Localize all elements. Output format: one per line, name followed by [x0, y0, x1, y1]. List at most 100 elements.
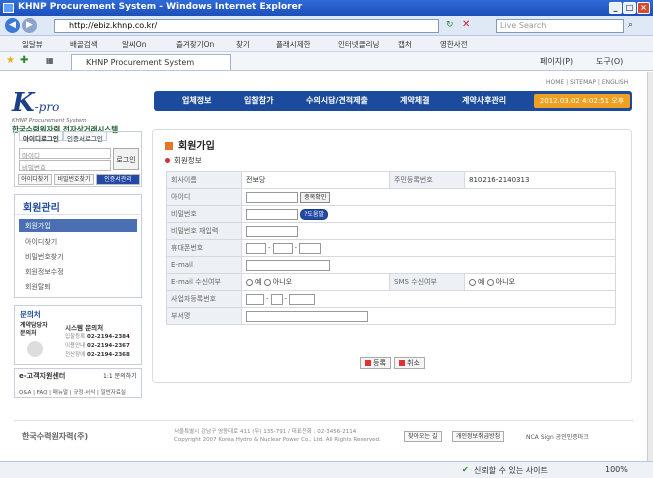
search-input[interactable]: Live Search	[496, 19, 624, 33]
member-form: 회사이름 전보당 주민등록번호 810216-2140313 아이디 중복확인 …	[166, 171, 616, 325]
zoom-level[interactable]: 100%	[605, 465, 628, 474]
email-input[interactable]	[246, 259, 330, 271]
cert-manage-button[interactable]: 인증서관리	[96, 174, 140, 185]
refresh-icon[interactable]: ↻	[446, 20, 454, 30]
login-id-field[interactable]: 아이디	[19, 148, 111, 160]
link-item[interactable]: 즐겨찾기On	[176, 39, 214, 50]
contract-contact[interactable]: 계약담당자 문의처	[20, 322, 54, 338]
e-center-box: e-고객지원센터 1:1 문의하기 Q&A | FAQ | 매뉴얼 | 규정·서…	[14, 368, 142, 398]
status-bar: ✔ 신뢰할 수 있는 사이트 100%	[0, 461, 653, 478]
scrollbar[interactable]	[647, 72, 653, 461]
ie-icon	[3, 3, 14, 13]
nav-contract[interactable]: 계약체결	[400, 95, 429, 106]
dup-check-button[interactable]: 중복확인	[300, 191, 331, 203]
find-pw-button[interactable]: 비밀번호찾기	[54, 174, 94, 185]
close-button[interactable]: ×	[637, 2, 650, 14]
qna-link[interactable]: Q&A	[19, 390, 31, 396]
login-button[interactable]: 로그인	[113, 148, 139, 170]
maximize-button[interactable]: □	[623, 2, 636, 14]
pw2-input[interactable]	[246, 225, 298, 237]
link-item[interactable]: 배골검색	[70, 39, 98, 50]
pw-label: 비밀번호	[166, 205, 242, 223]
sidebar-item-find-pw[interactable]: 비밀번호찾기	[19, 250, 137, 263]
pw-help-button[interactable]: ?도움말	[300, 208, 328, 220]
window-title: KHNP Procurement System - Windows Intern…	[18, 2, 303, 12]
manual-link[interactable]: 매뉴얼	[53, 390, 68, 396]
dept-input[interactable]	[246, 310, 368, 322]
site-logo[interactable]: K-pro KHNP Procurement System 한국수력원자력 전자…	[12, 88, 118, 135]
sms-recv-yes[interactable]	[469, 278, 476, 286]
bizno-input-2[interactable]	[270, 293, 283, 305]
directions-button[interactable]: 찾아오는 길	[404, 431, 442, 442]
email-recv-yes[interactable]	[246, 278, 253, 286]
tab-khnp[interactable]: KHNP Procurement System	[71, 54, 231, 70]
link-item[interactable]: 플래시제한	[276, 39, 311, 50]
footer-address: 서울특별시 강남구 영동대로 411 (우) 135-791 / 대표전화 : …	[174, 429, 381, 443]
bizno-label: 사업자등록번호	[166, 290, 242, 308]
nav-company-info[interactable]: 업체정보	[182, 95, 211, 106]
login-box: 아이디로그인 인증서로그인 아이디 비밀번호 로그인 아이디찾기 비밀번호찾기 …	[14, 131, 142, 187]
privacy-button[interactable]: 개인정보취급방침	[452, 431, 505, 442]
link-item[interactable]: 인터넷클리닝	[338, 39, 379, 50]
sitemap-link[interactable]: SITEMAP	[570, 79, 596, 86]
nav-quote[interactable]: 수의시담/견적제출	[306, 95, 368, 106]
check-icon: ✔	[462, 465, 469, 474]
id-label: 아이디	[166, 188, 242, 206]
link-item[interactable]: 영한사전	[440, 39, 468, 50]
global-nav: 업체정보 입찰참가 수의시담/견적제출 계약체결 계약사후관리 2012.03.…	[154, 91, 632, 111]
reg-value: 810216-2140313	[464, 171, 616, 189]
bizno-input-3[interactable]	[289, 293, 316, 305]
inquiry-title: 문의처	[20, 310, 41, 319]
clock-badge: 2012.03.02 4:02:51 오후	[534, 94, 630, 108]
register-button[interactable]: 등록	[360, 357, 391, 369]
one-to-one-link[interactable]: 1:1 문의하기	[103, 371, 137, 380]
page-title: 회원가입	[165, 137, 215, 152]
sms-recv-no[interactable]	[486, 278, 494, 286]
security-zone: 신뢰할 수 있는 사이트	[474, 466, 548, 475]
mobile-input-2[interactable]	[272, 242, 293, 254]
minimize-button[interactable]: _	[609, 2, 622, 14]
link-item[interactable]: 찾기	[236, 39, 250, 50]
forms-link[interactable]: 규정·서식	[73, 390, 95, 396]
sidebar-item-withdraw[interactable]: 회원탈퇴	[19, 280, 137, 293]
mobile-input-3[interactable]	[299, 242, 322, 254]
url-input[interactable]: http://ebiz.khnp.co.kr/	[54, 19, 439, 33]
search-icon[interactable]: ⌕	[628, 20, 633, 30]
link-item[interactable]: 알씨On	[122, 39, 146, 50]
page-menu[interactable]: 페이지(P)	[540, 56, 573, 67]
link-item[interactable]: 캡처	[398, 39, 412, 50]
id-input[interactable]	[246, 191, 298, 203]
add-favorites-icon[interactable]: ✚	[20, 55, 28, 66]
bizno-input-1[interactable]	[246, 293, 264, 305]
nav-after-contract[interactable]: 계약사후관리	[462, 95, 506, 106]
contact-rows: 입찰등록 02-2194-2384 이용안내 02-2194-2367 전산장애…	[65, 334, 130, 358]
login-pw-field[interactable]: 비밀번호	[19, 160, 111, 172]
favorites-star-icon[interactable]: ★	[6, 55, 15, 66]
sidebar-item-join[interactable]: 회원가입	[19, 219, 137, 232]
stop-icon[interactable]: ✕	[462, 19, 470, 30]
home-link[interactable]: HOME	[546, 79, 564, 86]
tab-cert-login[interactable]: 인증서로그인	[63, 131, 107, 143]
sms-recv-options: 예 아니오	[464, 273, 616, 291]
back-button[interactable]: ◀	[5, 18, 20, 33]
pw-input[interactable]	[246, 208, 298, 220]
email-recv-no[interactable]	[263, 278, 271, 286]
nca-mark: NCA Sign 공인인증마크	[526, 434, 589, 441]
quick-tabs-icon[interactable]: ▦	[46, 56, 54, 65]
link-item[interactable]: 일달뷰	[22, 39, 43, 50]
sidebar-item-find-id[interactable]: 아이디찾기	[19, 235, 137, 248]
email-label: E-mail	[166, 256, 242, 274]
tools-menu[interactable]: 도구(O)	[596, 56, 623, 67]
window-title-bar: KHNP Procurement System - Windows Intern…	[0, 0, 653, 16]
forward-button[interactable]: ▶	[22, 18, 37, 33]
faq-link[interactable]: FAQ	[37, 390, 48, 396]
cancel-button[interactable]: 취소	[394, 357, 425, 369]
nav-bid[interactable]: 입찰참가	[244, 95, 273, 106]
library-link[interactable]: 일반자료실	[101, 390, 126, 396]
company-label: 회사이름	[166, 171, 242, 189]
sidebar-item-edit-info[interactable]: 회원정보수정	[19, 265, 137, 278]
english-link[interactable]: ENGLISH	[602, 79, 628, 86]
tab-id-login[interactable]: 아이디로그인	[19, 131, 63, 143]
mobile-input-1[interactable]	[246, 242, 266, 254]
find-id-button[interactable]: 아이디찾기	[18, 174, 52, 185]
